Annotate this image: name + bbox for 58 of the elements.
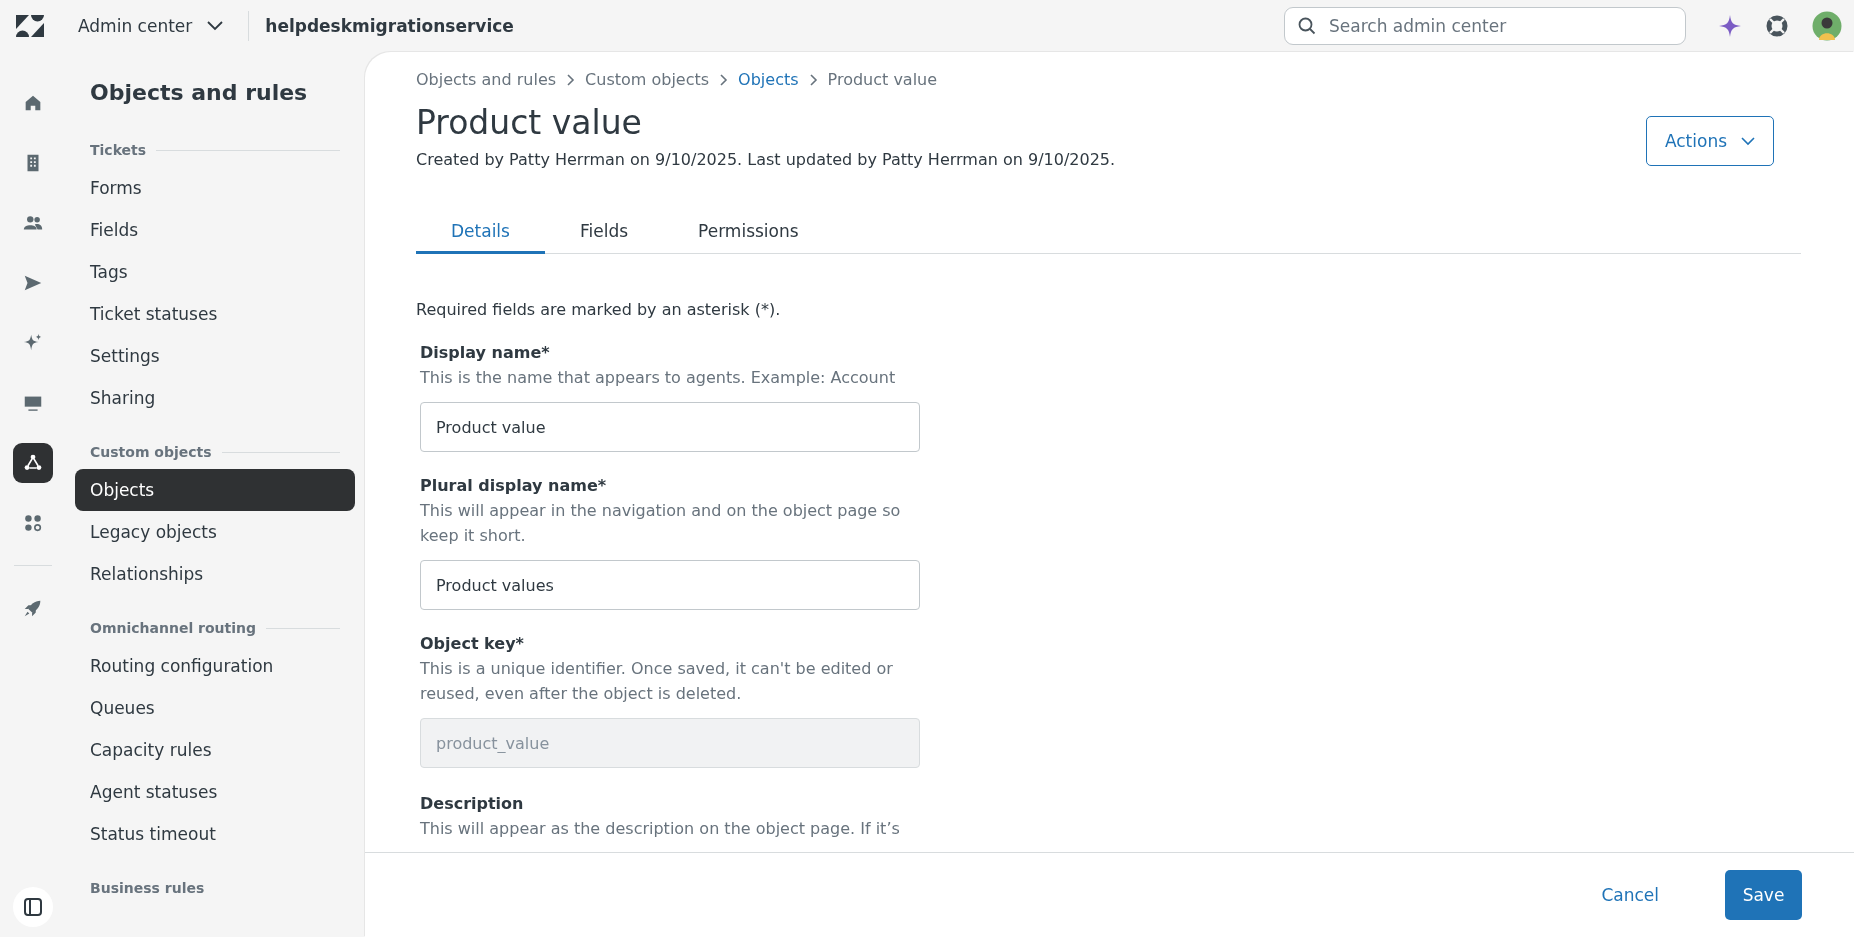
lifebuoy-icon[interactable] xyxy=(1766,15,1788,37)
chevron-down-icon xyxy=(206,20,225,32)
input-field[interactable]: Product values xyxy=(420,560,920,610)
field-label: Description xyxy=(420,794,525,813)
nav-rail-button[interactable] xyxy=(12,443,53,483)
sidebar-item[interactable]: Agent statuses xyxy=(75,771,355,813)
section-heading: Business rules xyxy=(90,880,205,896)
field-label: Plural display name* xyxy=(420,476,608,495)
panel-icon xyxy=(22,897,43,917)
field-hint: This is a unique identifier. Once saved, it can't be edited or reused, even after the object is deleted. xyxy=(420,658,894,705)
sidebar-item[interactable]: Legacy objects xyxy=(75,511,355,553)
sidebar-item[interactable]: Sharing xyxy=(75,377,355,419)
sidebar-item[interactable]: Forms xyxy=(75,167,355,209)
sidebar-item[interactable]: Settings xyxy=(75,335,355,377)
search-icon xyxy=(1298,17,1316,35)
chevron-right-icon xyxy=(808,73,818,86)
save-button[interactable]: Save xyxy=(1725,870,1802,920)
avatar[interactable] xyxy=(1812,11,1842,41)
sidebar-item[interactable]: Objects xyxy=(75,469,355,511)
input-field[interactable]: Product value xyxy=(420,402,920,452)
required-note: Required fields are marked by an asterisk (*). xyxy=(416,300,782,319)
breadcrumb-item: Custom objects xyxy=(585,70,710,89)
sidebar-item[interactable]: Routing configuration xyxy=(75,645,355,687)
sidebar-title: Objects and rules xyxy=(90,80,308,105)
tab[interactable]: Fields xyxy=(544,221,664,254)
section-heading: Custom objects xyxy=(90,444,212,460)
tab[interactable]: Details xyxy=(416,221,545,254)
collapse-panel-button[interactable] xyxy=(12,887,53,927)
breadcrumb-link[interactable]: Objects xyxy=(738,70,799,89)
field-label: Object key* xyxy=(420,634,525,653)
chevron-right-icon xyxy=(719,73,729,86)
page-title: Product value xyxy=(416,103,643,142)
field-label: Display name* xyxy=(420,343,551,362)
cancel-button[interactable]: Cancel xyxy=(1595,884,1665,906)
chevron-right-icon xyxy=(566,73,576,86)
actions-button[interactable]: Actions xyxy=(1646,116,1774,166)
field-hint: This will appear in the navigation and on the object page so keep it short. xyxy=(420,500,902,547)
sidebar-item[interactable]: Tags xyxy=(75,251,355,293)
section-heading: Tickets xyxy=(90,142,147,158)
sidebar-item[interactable]: Ticket statuses xyxy=(75,293,355,335)
sidebar-item[interactable]: Status timeout xyxy=(75,813,355,855)
sidebar-item[interactable]: Fields xyxy=(75,209,355,251)
field-hint: This will appear as the description on the object page. If it’s xyxy=(420,818,901,840)
chevron-down-icon xyxy=(1741,136,1756,146)
sidebar-item[interactable]: Queues xyxy=(75,687,355,729)
search-field[interactable]: Search admin center xyxy=(1284,7,1686,45)
sidebar-item[interactable]: Capacity rules xyxy=(75,729,355,771)
sidebar-item[interactable]: Relationships xyxy=(75,553,355,595)
logo-icon[interactable] xyxy=(16,15,44,37)
product-switcher[interactable]: Admin center xyxy=(76,12,227,40)
breadcrumb-item: Objects and rules xyxy=(416,70,557,89)
tab[interactable]: Permissions xyxy=(663,221,834,254)
created-info: Created by Patty Herrman on 9/10/2025. Last updated by Patty Herrman on 9/10/2025. xyxy=(416,150,1116,169)
account-name: helpdeskmigrationservice xyxy=(265,16,514,36)
sparkle-icon[interactable] xyxy=(1718,14,1742,38)
section-heading: Omnichannel routing xyxy=(90,620,257,636)
field-hint: This is the name that appears to agents. Example: Account xyxy=(420,367,897,389)
breadcrumb-item: Product value xyxy=(827,70,938,89)
